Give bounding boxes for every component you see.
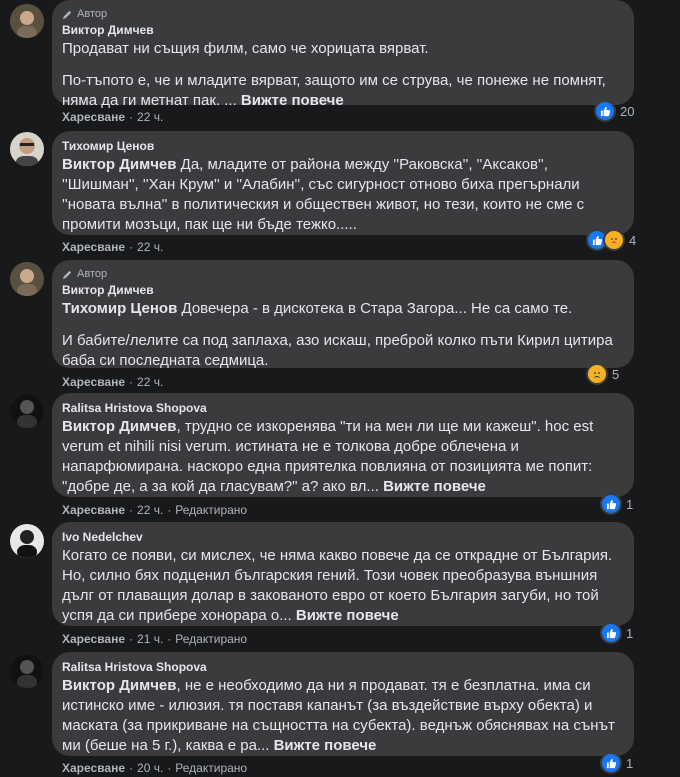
reaction-count: 4 [629, 232, 637, 248]
see-more-link[interactable]: Вижте повече [241, 92, 344, 109]
like-reaction-icon [600, 622, 622, 644]
like-button[interactable]: Харесване [62, 761, 125, 775]
edited-label[interactable]: Редактирано [175, 761, 247, 775]
comment-text: Виктор Димчев Да, младите от района межд… [62, 156, 585, 233]
avatar[interactable] [10, 394, 44, 428]
comment-bubble: Автор Виктор Димчев Тихомир Ценов Довече… [52, 260, 634, 369]
comment-text: Тихомир Ценов Довечера - в дискотека в С… [62, 300, 613, 369]
reaction-summary[interactable]: 1 [600, 493, 633, 515]
comment-bubble: Ralitsa Hristova Shopova Виктор Димчев, … [52, 393, 634, 497]
timestamp[interactable]: 22 ч. [137, 240, 163, 254]
comment-bubble: Тихомир Ценов Виктор Димчев Да, младите … [52, 131, 634, 235]
comment-actions: Харесване · 20 ч. · Редактирано [62, 761, 248, 775]
commenter-name[interactable]: Ivo Nedelchev [62, 529, 624, 545]
reaction-count: 20 [620, 103, 635, 119]
avatar[interactable] [10, 524, 44, 558]
like-button[interactable]: Харесване [62, 503, 125, 517]
timestamp[interactable]: 22 ч. [137, 503, 163, 517]
reaction-summary[interactable]: 5 [586, 363, 619, 385]
comment-actions: Харесване · 22 ч. [62, 240, 164, 254]
care-reaction-icon [603, 229, 625, 251]
timestamp[interactable]: 20 ч. [137, 761, 163, 775]
avatar[interactable] [10, 262, 44, 296]
comment-bubble: Автор Виктор Димчев Продават ни същия фи… [52, 0, 634, 109]
timestamp[interactable]: 22 ч. [137, 110, 163, 124]
reaction-count: 5 [612, 366, 620, 382]
commenter-name[interactable]: Ralitsa Hristova Shopova [62, 659, 624, 675]
see-more-link[interactable]: Вижте повече [296, 607, 399, 624]
avatar[interactable] [10, 132, 44, 166]
comment-text: Виктор Димчев, не е необходимо да ни я п… [62, 677, 615, 754]
comment-text: Продават ни същия филм, само че хорицата… [62, 40, 606, 109]
mention-link[interactable]: Виктор Димчев [62, 156, 176, 173]
comment-text: Виктор Димчев, трудно се изкоренява "ти … [62, 418, 594, 495]
timestamp[interactable]: 22 ч. [137, 375, 163, 389]
timestamp[interactable]: 21 ч. [137, 632, 163, 646]
mention-link[interactable]: Виктор Димчев [62, 418, 176, 435]
pencil-icon [62, 270, 72, 279]
comment-actions: Харесване · 22 ч. [62, 110, 164, 124]
author-badge: Автор [62, 7, 624, 21]
comment-actions: Харесване · 21 ч. · Редактирано [62, 632, 248, 646]
reaction-summary[interactable]: 20 [594, 100, 634, 122]
commenter-name[interactable]: Тихомир Ценов [62, 138, 624, 154]
pencil-icon [62, 10, 72, 19]
avatar[interactable] [10, 4, 44, 38]
like-reaction-icon [600, 493, 622, 515]
commenter-name[interactable]: Виктор Димчев [62, 282, 624, 298]
comment-actions: Харесване · 22 ч. [62, 375, 164, 389]
reaction-count: 1 [626, 496, 634, 512]
commenter-name[interactable]: Виктор Димчев [62, 22, 624, 38]
reaction-summary[interactable]: 1 [600, 622, 633, 644]
mention-link[interactable]: Виктор Димчев [62, 677, 176, 694]
avatar[interactable] [10, 654, 44, 688]
like-button[interactable]: Харесване [62, 110, 125, 124]
comment-actions: Харесване · 22 ч. · Редактирано [62, 503, 248, 517]
like-reaction-icon [600, 752, 622, 774]
like-button[interactable]: Харесване [62, 240, 125, 254]
reaction-summary[interactable]: 4 [586, 229, 636, 251]
reaction-count: 1 [626, 625, 634, 641]
like-reaction-icon [594, 100, 616, 122]
like-button[interactable]: Харесване [62, 375, 125, 389]
mention-link[interactable]: Тихомир Ценов [62, 300, 177, 317]
see-more-link[interactable]: Вижте повече [383, 478, 486, 495]
comment-bubble: Ivo Nedelchev Когато се появи, си мислех… [52, 522, 634, 626]
reaction-summary[interactable]: 1 [600, 752, 633, 774]
edited-label[interactable]: Редактирано [175, 503, 247, 517]
author-badge: Автор [62, 267, 624, 281]
commenter-name[interactable]: Ralitsa Hristova Shopova [62, 400, 624, 416]
comment-bubble: Ralitsa Hristova Shopova Виктор Димчев, … [52, 652, 634, 756]
comment-text: Когато се появи, си мислех, че няма какв… [62, 547, 613, 624]
sad-reaction-icon [586, 363, 608, 385]
edited-label[interactable]: Редактирано [175, 632, 247, 646]
see-more-link[interactable]: Вижте повече [274, 737, 377, 754]
reaction-count: 1 [626, 755, 634, 771]
like-button[interactable]: Харесване [62, 632, 125, 646]
